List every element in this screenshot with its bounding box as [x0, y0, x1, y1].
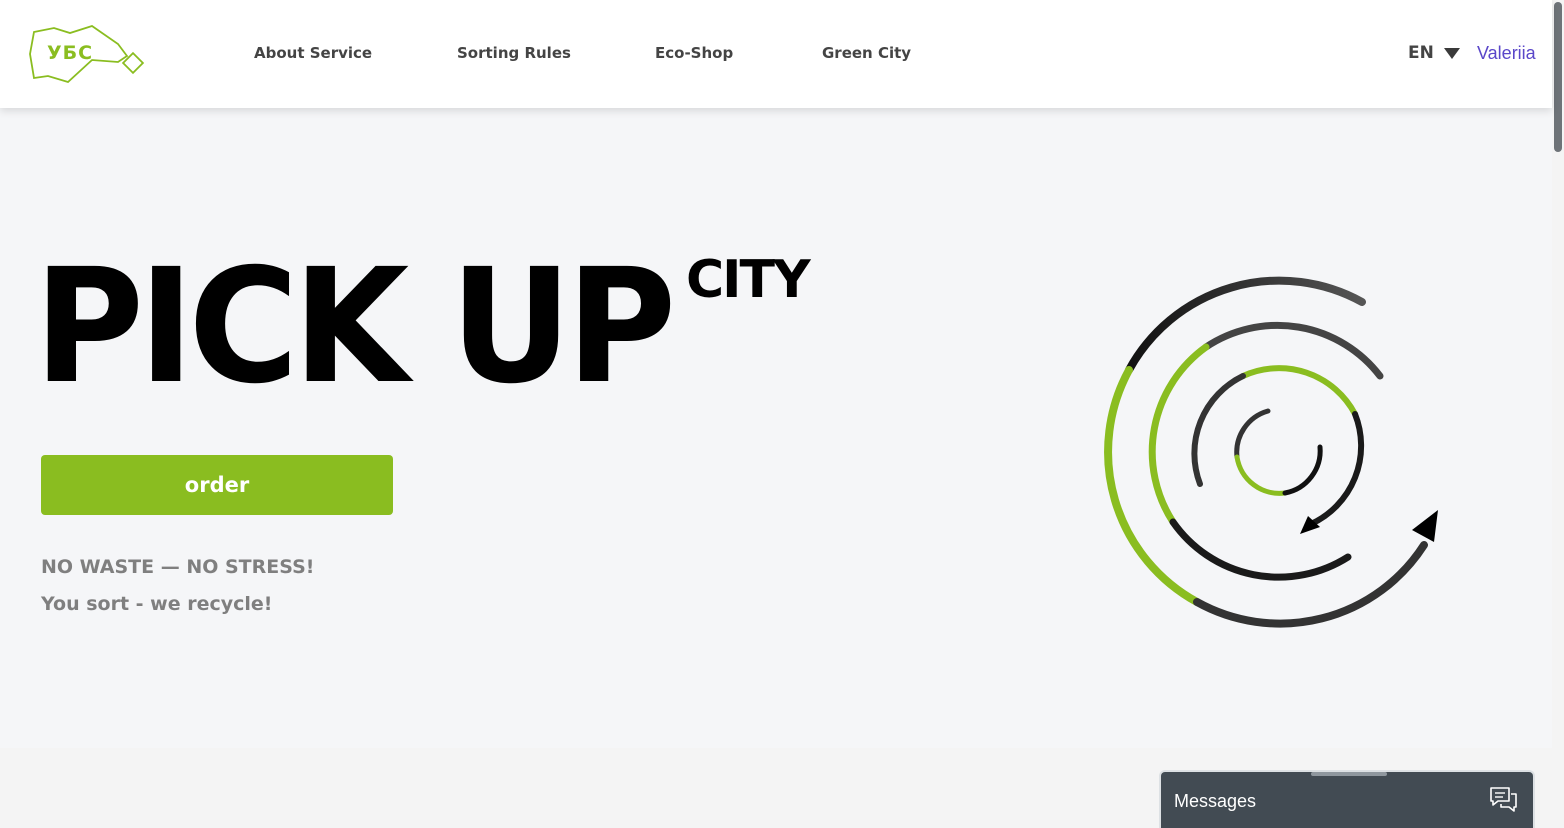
hero-title: PICK UP: [34, 235, 676, 419]
page-scrollbar[interactable]: [1552, 0, 1564, 828]
chevron-down-icon: [1443, 47, 1460, 59]
logo-text: УБС: [47, 42, 94, 64]
scrollbar-thumb[interactable]: [1554, 2, 1562, 152]
order-button[interactable]: order: [41, 455, 393, 515]
nav-about-service[interactable]: About Service: [254, 44, 372, 62]
nav-eco-shop[interactable]: Eco-Shop: [655, 44, 733, 62]
chat-bubbles-icon: [1490, 787, 1517, 812]
language-label: EN: [1408, 43, 1434, 63]
recycle-rings-graphic: [1104, 276, 1438, 628]
user-name-link[interactable]: Valeriia: [1477, 43, 1536, 64]
messages-label: Messages: [1174, 791, 1257, 811]
slogan-line-1: NO WASTE — NO STRESS!: [41, 556, 315, 578]
nav-green-city[interactable]: Green City: [822, 44, 911, 62]
messages-widget[interactable]: Messages: [1159, 770, 1535, 828]
slogan-line-2: You sort - we recycle!: [41, 593, 273, 615]
nav-sorting-rules[interactable]: Sorting Rules: [457, 44, 571, 62]
language-selector[interactable]: EN: [1408, 43, 1460, 63]
logo[interactable]: УБС: [28, 24, 152, 86]
hero-title-superscript: CITY: [686, 250, 811, 310]
messages-drag-handle[interactable]: [1311, 772, 1387, 776]
site-header: УБС About Service Sorting Rules Eco-Shop…: [0, 0, 1552, 108]
